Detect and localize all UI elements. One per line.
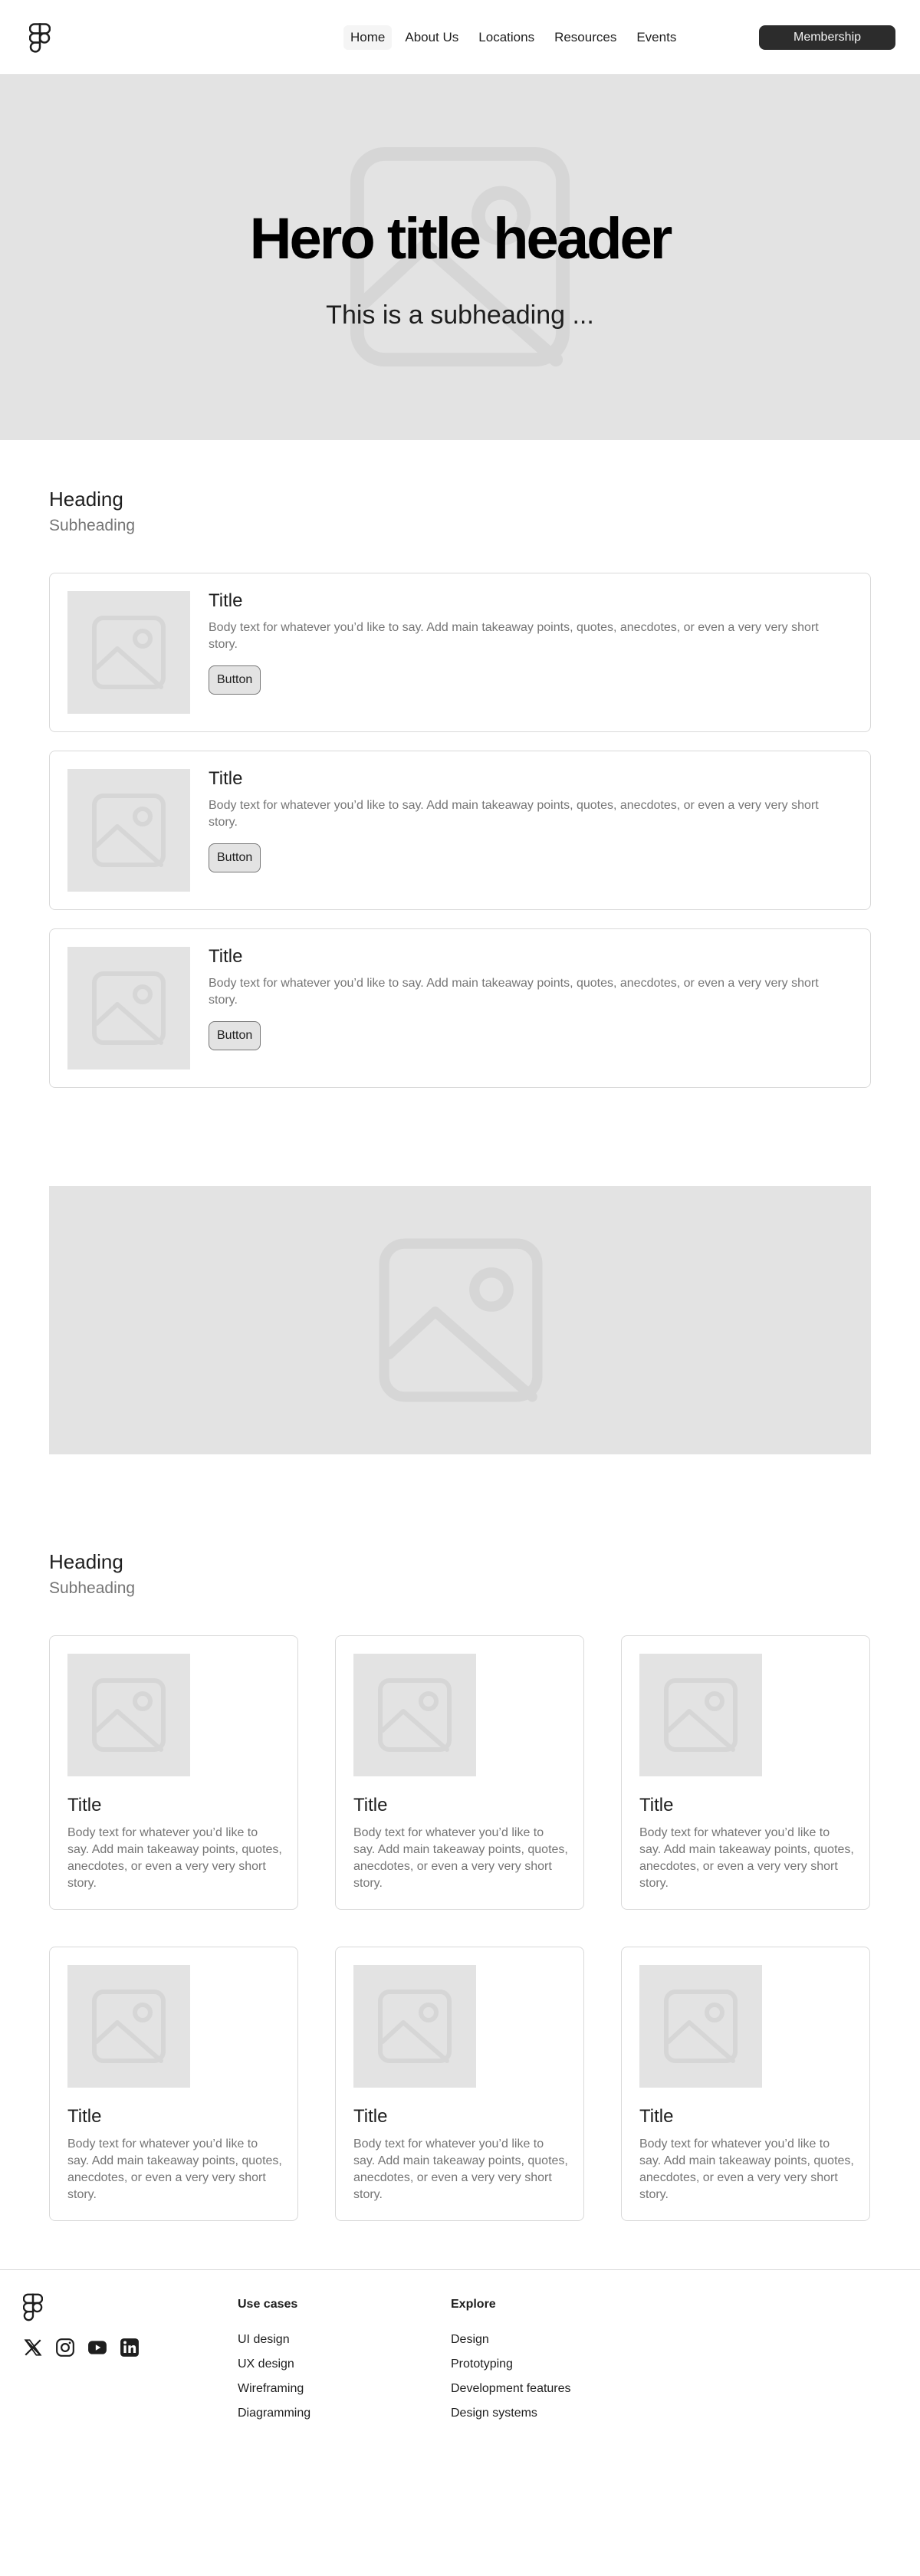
card-image-placeholder: [353, 1654, 476, 1776]
figma-logo-icon[interactable]: [29, 23, 51, 54]
card-button[interactable]: Button: [209, 665, 261, 695]
image-placeholder-icon: [92, 1678, 166, 1752]
card-title: Title: [639, 2106, 674, 2127]
grid-card: Title Body text for whatever you’d like …: [335, 1635, 584, 1910]
image-placeholder-icon: [378, 1990, 452, 2063]
image-placeholder-icon: [92, 1990, 166, 2063]
footer-link[interactable]: Design: [451, 2333, 571, 2347]
membership-button[interactable]: Membership: [759, 25, 895, 50]
image-placeholder-icon: [92, 971, 166, 1045]
card-title: Title: [209, 590, 243, 611]
card-title: Title: [209, 946, 243, 967]
feature-card: Title Body text for whatever you’d like …: [49, 751, 871, 910]
footer-column-title: Use cases: [238, 2298, 298, 2311]
image-placeholder-icon: [92, 616, 166, 689]
feature-card: Title Body text for whatever you’d like …: [49, 573, 871, 732]
site-footer: Use cases UI design UX design Wireframin…: [0, 2269, 920, 2576]
section-heading: Heading: [49, 1550, 123, 1573]
card-image-placeholder: [639, 1965, 762, 2088]
grid-card: Title Body text for whatever you’d like …: [621, 1947, 870, 2221]
card-body: Body text for whatever you’d like to say…: [67, 2137, 282, 2201]
hero-title: Hero title header: [249, 206, 673, 271]
linkedin-icon[interactable]: [120, 2338, 140, 2358]
card-title: Title: [67, 1795, 102, 1815]
card-body: Body text for whatever you’d like to say…: [209, 977, 819, 1007]
instagram-icon[interactable]: [55, 2338, 75, 2358]
card-body: Body text for whatever you’d like to say…: [639, 2137, 854, 2201]
card-title: Title: [639, 1795, 674, 1815]
card-image-placeholder: [67, 591, 190, 714]
card-image-placeholder: [67, 947, 190, 1070]
youtube-icon[interactable]: [87, 2338, 107, 2358]
section-subheading: Subheading: [49, 517, 136, 534]
x-icon[interactable]: [23, 2338, 43, 2358]
footer-column-use-cases: Use cases UI design UX design Wireframin…: [238, 2298, 310, 2431]
image-placeholder-icon: [379, 1238, 543, 1402]
footer-column-title: Explore: [451, 2298, 496, 2311]
section-heading: Heading: [49, 488, 123, 511]
footer-column-explore: Explore Design Prototyping Development f…: [451, 2298, 571, 2431]
section-subheading: Subheading: [49, 1579, 136, 1597]
card-image-placeholder: [353, 1965, 476, 2088]
grid-card: Title Body text for whatever you’d like …: [49, 1635, 298, 1910]
footer-link[interactable]: UX design: [238, 2358, 310, 2371]
nav-resources[interactable]: Resources: [547, 25, 623, 50]
footer-link[interactable]: Development features: [451, 2382, 571, 2396]
footer-link[interactable]: Prototyping: [451, 2358, 571, 2371]
footer-link[interactable]: Design systems: [451, 2407, 571, 2420]
footer-link[interactable]: Diagramming: [238, 2407, 310, 2420]
card-button[interactable]: Button: [209, 843, 261, 872]
hero-section: Hero title header This is a subheading .…: [0, 75, 920, 440]
card-image-placeholder: [67, 769, 190, 892]
card-title: Title: [353, 2106, 388, 2127]
hero-subtitle: This is a subheading ...: [326, 301, 594, 330]
nav-home[interactable]: Home: [343, 25, 393, 50]
footer-link[interactable]: Wireframing: [238, 2382, 310, 2396]
nav-about-us[interactable]: About Us: [398, 25, 465, 50]
card-image-placeholder: [67, 1965, 190, 2088]
card-button[interactable]: Button: [209, 1021, 261, 1050]
banner-image-placeholder: [49, 1186, 871, 1454]
grid-card: Title Body text for whatever you’d like …: [621, 1635, 870, 1910]
card-body: Body text for whatever you’d like to say…: [209, 799, 819, 829]
grid-card: Title Body text for whatever you’d like …: [49, 1947, 298, 2221]
grid-card: Title Body text for whatever you’d like …: [335, 1947, 584, 2221]
card-title: Title: [67, 2106, 102, 2127]
card-body: Body text for whatever you’d like to say…: [639, 1826, 854, 1890]
card-image-placeholder: [67, 1654, 190, 1776]
card-title: Title: [353, 1795, 388, 1815]
nav-locations[interactable]: Locations: [472, 25, 541, 50]
main-nav: Home About Us Locations Resources Events: [343, 25, 683, 50]
social-links: [23, 2338, 140, 2358]
card-image-placeholder: [639, 1654, 762, 1776]
card-title: Title: [209, 768, 243, 789]
card-body: Body text for whatever you’d like to say…: [353, 1826, 568, 1890]
footer-link[interactable]: UI design: [238, 2333, 310, 2347]
nav-events[interactable]: Events: [629, 25, 683, 50]
figma-logo-icon[interactable]: [23, 2293, 43, 2322]
card-body: Body text for whatever you’d like to say…: [353, 2137, 568, 2201]
image-placeholder-icon: [664, 1678, 738, 1752]
site-header: Home About Us Locations Resources Events…: [0, 0, 920, 75]
card-body: Body text for whatever you’d like to say…: [67, 1826, 282, 1890]
image-placeholder-icon: [92, 794, 166, 867]
feature-card: Title Body text for whatever you’d like …: [49, 928, 871, 1088]
image-placeholder-icon: [664, 1990, 738, 2063]
image-placeholder-icon: [378, 1678, 452, 1752]
card-body: Body text for whatever you’d like to say…: [209, 621, 819, 651]
